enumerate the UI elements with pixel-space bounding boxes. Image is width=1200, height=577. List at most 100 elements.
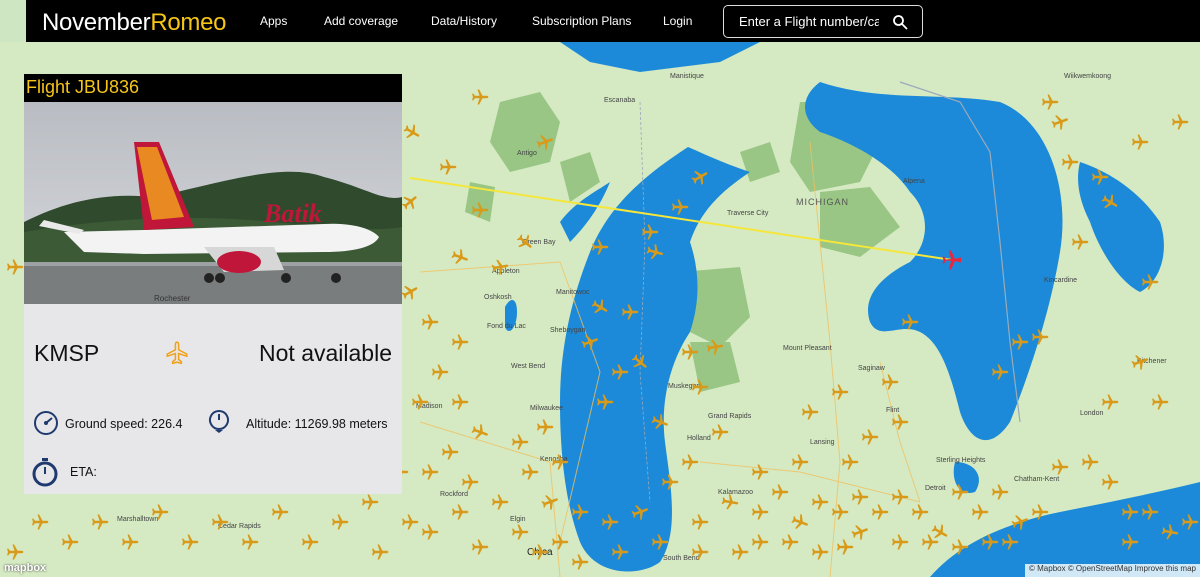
aircraft-marker-icon[interactable] [1010, 512, 1030, 532]
aircraft-marker-icon[interactable] [1030, 502, 1050, 522]
aircraft-marker-icon[interactable] [680, 342, 700, 362]
aircraft-marker-icon[interactable] [910, 502, 930, 522]
aircraft-marker-icon[interactable] [210, 512, 230, 532]
aircraft-marker-icon[interactable] [300, 532, 320, 552]
aircraft-marker-icon[interactable] [750, 532, 770, 552]
search-icon[interactable] [892, 14, 908, 30]
aircraft-marker-icon[interactable] [1050, 457, 1070, 477]
aircraft-marker-icon[interactable] [1100, 192, 1120, 212]
aircraft-marker-icon[interactable] [1080, 452, 1100, 472]
nav-apps[interactable]: Apps [260, 14, 287, 28]
aircraft-marker-icon[interactable] [840, 452, 860, 472]
aircraft-marker-icon[interactable] [1090, 167, 1110, 187]
aircraft-marker-icon[interactable] [490, 257, 510, 277]
aircraft-marker-icon[interactable] [1010, 332, 1030, 352]
aircraft-marker-icon[interactable] [550, 532, 570, 552]
aircraft-marker-icon[interactable] [860, 427, 880, 447]
aircraft-marker-icon[interactable] [570, 552, 590, 572]
aircraft-marker-icon[interactable] [920, 532, 940, 552]
aircraft-marker-icon[interactable] [750, 462, 770, 482]
aircraft-marker-icon[interactable] [420, 462, 440, 482]
aircraft-marker-icon[interactable] [450, 247, 470, 267]
aircraft-marker-icon[interactable] [710, 422, 730, 442]
aircraft-marker-icon[interactable] [810, 542, 830, 562]
aircraft-marker-icon[interactable] [790, 512, 810, 532]
aircraft-marker-icon[interactable] [1030, 327, 1050, 347]
aircraft-marker-icon[interactable] [620, 302, 640, 322]
aircraft-marker-icon[interactable] [450, 332, 470, 352]
aircraft-marker-icon[interactable] [950, 482, 970, 502]
aircraft-marker-icon[interactable] [630, 352, 650, 372]
aircraft-marker-icon[interactable] [810, 492, 830, 512]
aircraft-marker-icon[interactable] [1150, 392, 1170, 412]
aircraft-marker-icon[interactable] [1120, 502, 1140, 522]
aircraft-marker-icon[interactable] [1170, 112, 1190, 132]
aircraft-marker-icon[interactable] [890, 487, 910, 507]
aircraft-marker-icon[interactable] [535, 132, 555, 152]
nav-login[interactable]: Login [663, 14, 692, 28]
map-attribution[interactable]: © Mapbox © OpenStreetMap Improve this ma… [1025, 564, 1200, 577]
aircraft-marker-icon[interactable] [400, 282, 420, 302]
aircraft-marker-icon[interactable] [530, 542, 550, 562]
aircraft-marker-icon[interactable] [1060, 152, 1080, 172]
aircraft-marker-icon[interactable] [240, 532, 260, 552]
aircraft-marker-icon[interactable] [450, 502, 470, 522]
aircraft-marker-icon[interactable] [430, 362, 450, 382]
aircraft-marker-icon[interactable] [880, 372, 900, 392]
aircraft-marker-icon[interactable] [830, 502, 850, 522]
aircraft-marker-icon[interactable] [650, 532, 670, 552]
aircraft-marker-icon[interactable] [990, 362, 1010, 382]
aircraft-marker-icon[interactable] [650, 412, 670, 432]
aircraft-marker-icon[interactable] [980, 532, 1000, 552]
aircraft-marker-icon[interactable] [1100, 472, 1120, 492]
aircraft-marker-icon[interactable] [890, 532, 910, 552]
aircraft-marker-icon[interactable] [590, 237, 610, 257]
aircraft-marker-icon[interactable] [640, 222, 660, 242]
aircraft-marker-icon[interactable] [440, 442, 460, 462]
nav-add-coverage[interactable]: Add coverage [324, 14, 398, 28]
aircraft-marker-icon[interactable] [1140, 502, 1160, 522]
aircraft-marker-icon[interactable] [950, 537, 970, 557]
nav-subscription-plans[interactable]: Subscription Plans [532, 14, 631, 28]
aircraft-marker-icon[interactable] [1070, 232, 1090, 252]
aircraft-marker-icon[interactable] [835, 537, 855, 557]
aircraft-marker-icon[interactable] [470, 87, 490, 107]
aircraft-marker-icon[interactable] [420, 522, 440, 542]
aircraft-marker-icon[interactable] [370, 542, 390, 562]
nav-data-history[interactable]: Data/History [431, 14, 497, 28]
aircraft-marker-icon[interactable] [610, 542, 630, 562]
aircraft-marker-icon[interactable] [1000, 532, 1020, 552]
aircraft-marker-icon[interactable] [1130, 352, 1150, 372]
aircraft-marker-icon[interactable] [120, 532, 140, 552]
aircraft-marker-icon[interactable] [690, 512, 710, 532]
aircraft-marker-icon[interactable] [770, 482, 790, 502]
aircraft-marker-icon[interactable] [30, 512, 50, 532]
aircraft-marker-icon[interactable] [550, 452, 570, 472]
aircraft-marker-icon[interactable] [750, 502, 770, 522]
aircraft-marker-icon[interactable] [270, 502, 290, 522]
aircraft-marker-icon[interactable] [990, 482, 1010, 502]
aircraft-marker-icon[interactable] [800, 402, 820, 422]
aircraft-marker-icon[interactable] [630, 502, 650, 522]
aircraft-marker-icon[interactable] [705, 337, 725, 357]
aircraft-marker-icon[interactable] [535, 417, 555, 437]
aircraft-marker-icon[interactable] [970, 502, 990, 522]
aircraft-marker-icon[interactable] [1120, 532, 1140, 552]
aircraft-marker-icon[interactable] [60, 532, 80, 552]
aircraft-marker-icon[interactable] [790, 452, 810, 472]
aircraft-marker-icon[interactable] [420, 312, 440, 332]
aircraft-marker-icon[interactable] [870, 502, 890, 522]
aircraft-marker-icon[interactable] [580, 332, 600, 352]
aircraft-marker-icon[interactable] [460, 472, 480, 492]
aircraft-marker-icon[interactable] [180, 532, 200, 552]
aircraft-marker-icon[interactable] [670, 197, 690, 217]
flight-search-input[interactable] [739, 14, 879, 29]
aircraft-marker-icon[interactable] [490, 492, 510, 512]
aircraft-marker-icon[interactable] [438, 157, 458, 177]
aircraft-marker-icon[interactable] [690, 542, 710, 562]
aircraft-marker-icon[interactable] [1180, 512, 1200, 532]
aircraft-marker-icon[interactable] [1100, 392, 1120, 412]
aircraft-marker-icon[interactable] [5, 542, 25, 562]
aircraft-marker-icon[interactable] [610, 362, 630, 382]
aircraft-marker-icon[interactable] [510, 522, 530, 542]
